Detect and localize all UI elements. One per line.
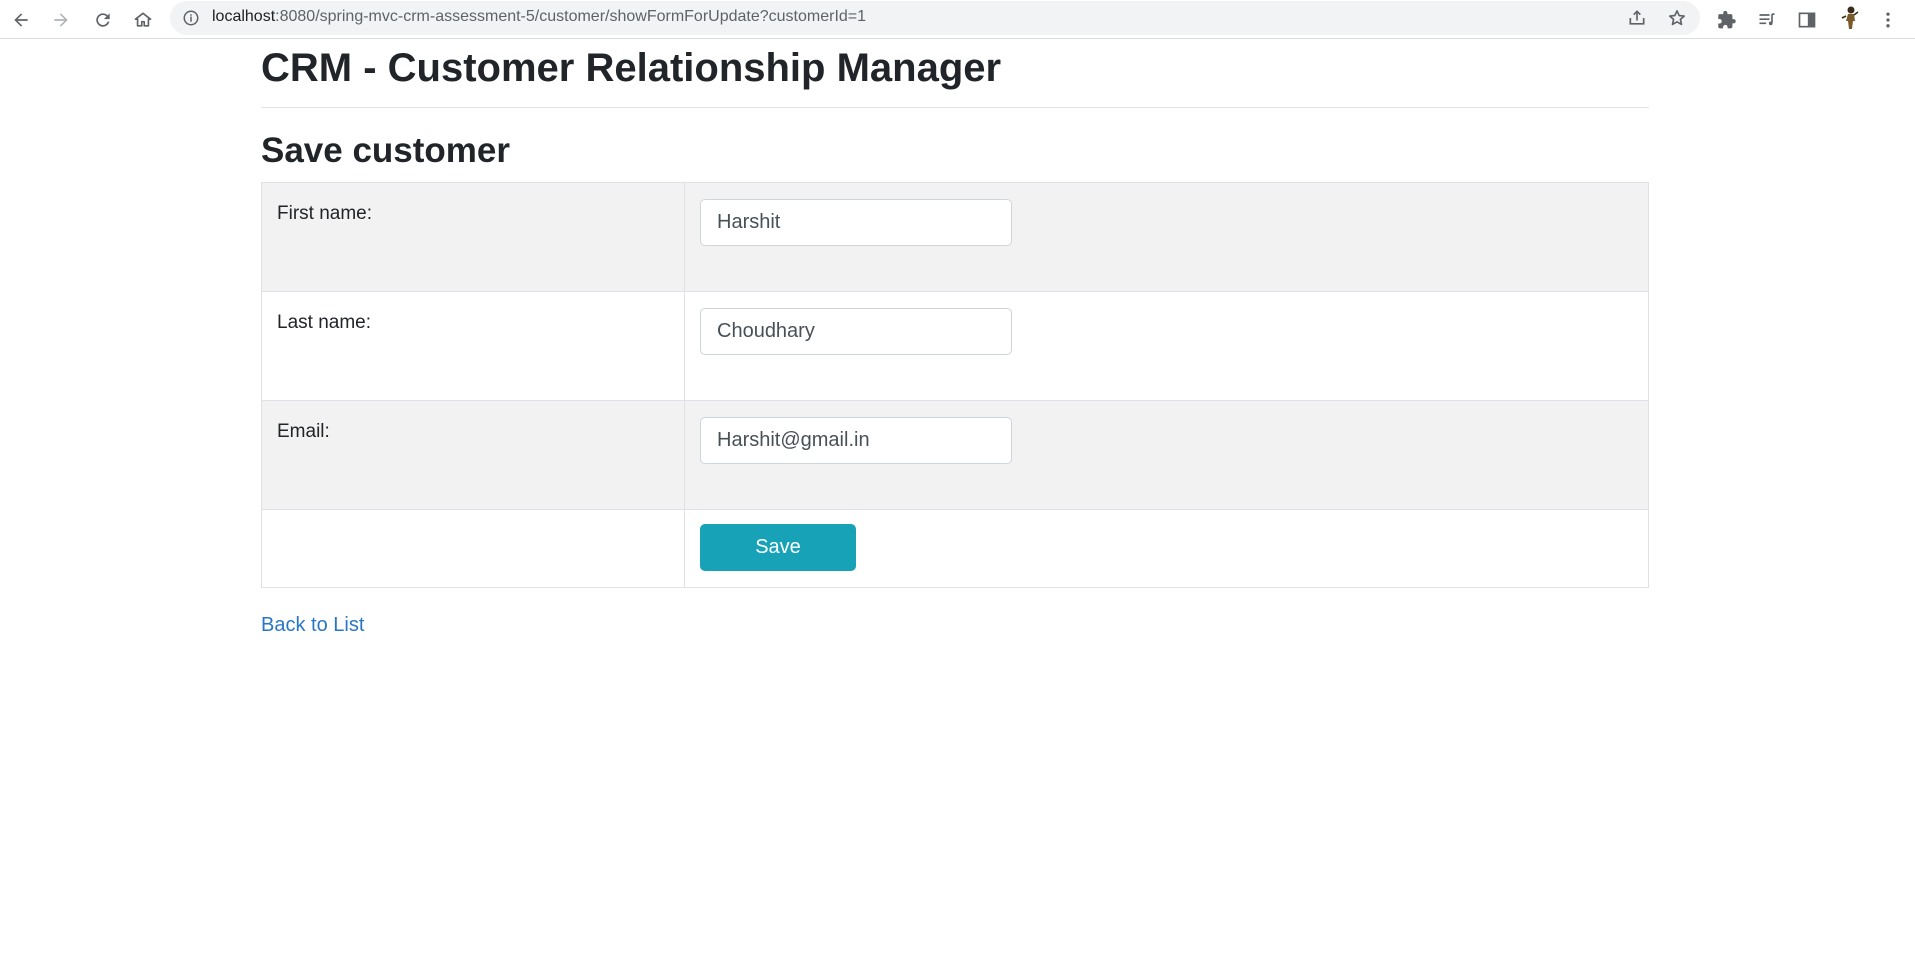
email-input[interactable] <box>700 417 1012 464</box>
page-container: CRM - Customer Relationship Manager Save… <box>261 39 1649 637</box>
url-host: localhost <box>212 8 276 25</box>
save-cell: Save <box>684 509 1649 588</box>
avatar[interactable] <box>1836 4 1864 32</box>
star-icon[interactable] <box>1665 6 1689 30</box>
menu-icon[interactable] <box>1872 4 1904 36</box>
back-to-list-link[interactable]: Back to List <box>261 614 364 637</box>
last-name-label: Last name: <box>261 291 685 401</box>
email-label: Email: <box>261 400 685 510</box>
extensions-icon[interactable] <box>1711 4 1743 36</box>
empty-cell <box>261 509 685 588</box>
forward-icon[interactable] <box>45 4 77 36</box>
side-panel-icon[interactable] <box>1791 4 1823 36</box>
first-name-label: First name: <box>261 182 685 292</box>
first-name-cell <box>684 182 1649 292</box>
save-button[interactable]: Save <box>700 524 856 571</box>
home-icon[interactable] <box>127 4 159 36</box>
page-title: CRM - Customer Relationship Manager <box>261 46 1002 90</box>
last-name-row: Last name: <box>261 291 1649 401</box>
reload-icon[interactable] <box>87 4 119 36</box>
customer-form-table: First name: Last name: Email: Save <box>261 182 1649 588</box>
first-name-input[interactable] <box>700 199 1012 246</box>
reading-list-icon[interactable] <box>1751 4 1783 36</box>
first-name-row: First name: <box>261 182 1649 292</box>
url-path: :8080/spring-mvc-crm-assessment-5/custom… <box>275 8 867 25</box>
last-name-input[interactable] <box>700 308 1012 355</box>
info-icon[interactable] <box>182 9 200 27</box>
url-text[interactable]: localhost:8080/spring-mvc-crm-assessment… <box>212 8 866 26</box>
address-bar[interactable]: localhost:8080/spring-mvc-crm-assessment… <box>170 1 1700 35</box>
last-name-cell <box>684 291 1649 401</box>
back-icon[interactable] <box>5 4 37 36</box>
section-title: Save customer <box>261 131 511 170</box>
share-icon[interactable] <box>1625 6 1649 30</box>
browser-toolbar: localhost:8080/spring-mvc-crm-assessment… <box>0 0 1915 39</box>
email-cell <box>684 400 1649 510</box>
divider <box>261 107 1649 108</box>
email-row: Email: <box>261 400 1649 510</box>
save-row: Save <box>261 509 1649 588</box>
